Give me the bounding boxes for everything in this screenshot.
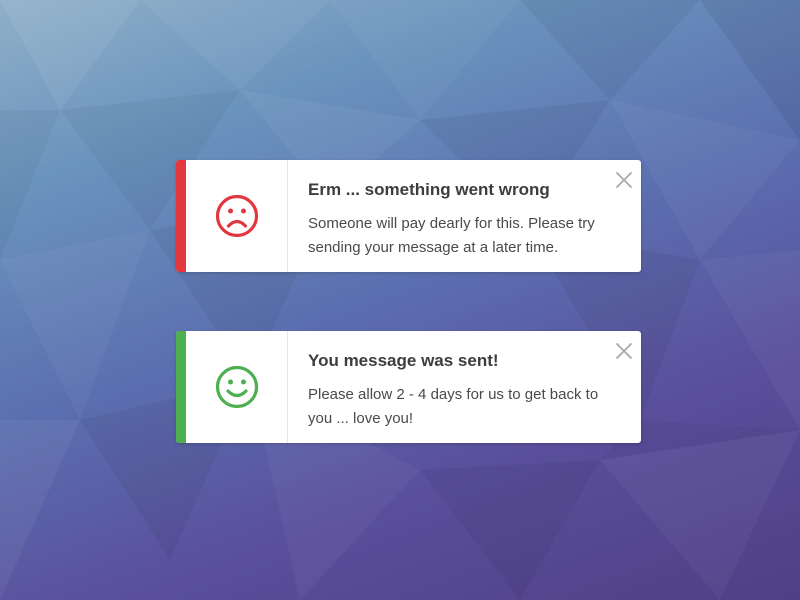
error-close-button[interactable] [615,171,633,189]
success-close-button[interactable] [615,342,633,360]
error-message: Someone will pay dearly for this. Please… [308,215,595,256]
success-message: Please allow 2 - 4 days for us to get ba… [308,386,599,427]
error-content: Erm ... something went wrong Someone wil… [308,180,601,260]
success-title: You message was sent! [308,351,499,370]
low-poly-background [0,0,800,600]
success-accent-bar [176,331,186,443]
success-notification: You message was sent! Please allow 2 - 4… [176,331,641,443]
error-notification: Erm ... something went wrong Someone wil… [176,160,641,272]
success-content: You message was sent! Please allow 2 - 4… [308,351,601,431]
close-icon[interactable] [615,342,633,360]
error-icon-cell [186,160,288,272]
error-title: Erm ... something went wrong [308,180,550,199]
close-icon[interactable] [615,171,633,189]
smiley-face-icon [215,365,258,409]
error-accent-bar [176,160,186,272]
sad-face-icon [215,194,258,238]
success-icon-cell [186,331,288,443]
